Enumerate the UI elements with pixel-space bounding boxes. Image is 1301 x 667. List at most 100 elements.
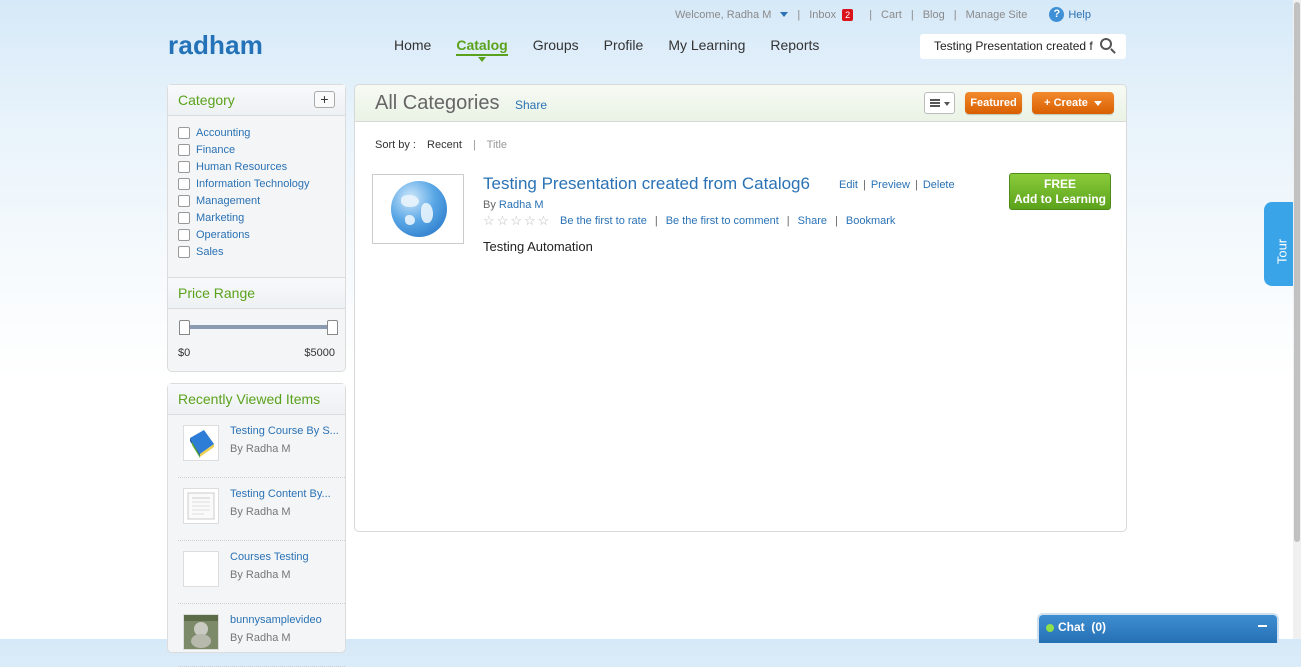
site-logo[interactable]: radham xyxy=(168,30,263,61)
star-icon[interactable]: ☆ xyxy=(510,214,522,227)
category-item-human-resources[interactable]: Human Resources xyxy=(178,158,335,175)
catalog-main: All Categories Share Featured + Create S… xyxy=(354,84,1127,532)
view-toggle-button[interactable] xyxy=(924,92,955,114)
category-label[interactable]: Information Technology xyxy=(196,178,310,190)
cart-link[interactable]: Cart xyxy=(881,9,902,21)
price-slider-track[interactable] xyxy=(184,325,332,329)
sort-recent[interactable]: Recent xyxy=(427,139,462,151)
search-input[interactable]: Testing Presentation created f xyxy=(920,34,1126,59)
sort-title[interactable]: Title xyxy=(487,139,507,151)
recent-item[interactable]: Courses Testing By Radha M xyxy=(178,541,345,604)
help-link[interactable]: ? Help xyxy=(1049,7,1091,22)
category-label[interactable]: Human Resources xyxy=(196,161,287,173)
blog-link[interactable]: Blog xyxy=(923,9,945,21)
bookmark-link[interactable]: Bookmark xyxy=(846,215,896,227)
welcome-user-menu[interactable]: Welcome, Radha M xyxy=(675,9,771,21)
document-icon[interactable] xyxy=(183,488,219,524)
recent-item[interactable]: Testing Content By... By Radha M xyxy=(178,478,345,541)
manage-site-link[interactable]: Manage Site xyxy=(966,9,1028,21)
comment-link[interactable]: Be the first to comment xyxy=(666,215,779,227)
category-item-management[interactable]: Management xyxy=(178,192,335,209)
preview-link[interactable]: Preview xyxy=(871,179,910,191)
recent-item[interactable]: bunnysamplevideo By Radha M xyxy=(178,604,345,667)
recent-item-title[interactable]: Testing Content By... xyxy=(230,488,345,500)
star-icon[interactable]: ☆ xyxy=(524,214,536,227)
separator: | xyxy=(910,8,914,21)
category-checkbox[interactable] xyxy=(178,143,190,156)
item-thumbnail[interactable] xyxy=(372,174,464,244)
minimize-icon[interactable] xyxy=(1258,625,1267,627)
category-item-information-technology[interactable]: Information Technology xyxy=(178,175,335,192)
separator: | xyxy=(914,179,918,191)
separator: | xyxy=(786,215,790,227)
separator: | xyxy=(835,215,838,227)
chevron-down-icon xyxy=(944,102,950,106)
star-icon[interactable]: ☆ xyxy=(538,214,550,227)
category-checkbox[interactable] xyxy=(178,194,190,207)
video-icon[interactable] xyxy=(183,614,219,650)
category-checkbox[interactable] xyxy=(178,245,190,258)
price-slider-min-handle[interactable] xyxy=(179,320,190,335)
category-label[interactable]: Marketing xyxy=(196,212,244,224)
page-title: All Categories xyxy=(375,92,500,114)
recent-item-title[interactable]: Courses Testing xyxy=(230,551,345,563)
category-label[interactable]: Accounting xyxy=(196,127,250,139)
inbox-link[interactable]: Inbox xyxy=(809,9,836,21)
nav-my-learning[interactable]: My Learning xyxy=(668,37,745,56)
recent-item-title[interactable]: Testing Course By S... xyxy=(230,425,345,437)
edit-link[interactable]: Edit xyxy=(839,179,858,191)
category-panel: Category + Accounting Finance Human Reso… xyxy=(167,84,346,372)
share-category-link[interactable]: Share xyxy=(515,98,547,112)
rating-stars[interactable]: ☆ ☆ ☆ ☆ ☆ xyxy=(483,214,551,227)
book-icon[interactable] xyxy=(183,425,219,461)
category-checkbox[interactable] xyxy=(178,211,190,224)
search-icon[interactable] xyxy=(1100,38,1112,50)
rate-link[interactable]: Be the first to rate xyxy=(560,215,647,227)
add-category-button[interactable]: + xyxy=(314,91,335,108)
category-item-marketing[interactable]: Marketing xyxy=(178,209,335,226)
delete-link[interactable]: Delete xyxy=(923,179,955,191)
category-item-accounting[interactable]: Accounting xyxy=(178,124,335,141)
nav-catalog[interactable]: Catalog xyxy=(456,37,508,62)
sort-label: Sort by : xyxy=(375,139,416,151)
category-checkbox[interactable] xyxy=(178,160,190,173)
recent-item[interactable]: Testing Course By S... By Radha M xyxy=(178,415,345,478)
price-slider-max-handle[interactable] xyxy=(327,320,338,335)
recent-item-title[interactable]: bunnysamplevideo xyxy=(230,614,345,626)
recent-item-author: By Radha M xyxy=(230,569,291,581)
help-icon: ? xyxy=(1049,7,1065,22)
featured-button[interactable]: Featured xyxy=(965,92,1022,114)
item-title[interactable]: Testing Presentation created from Catalo… xyxy=(483,174,810,194)
author-prefix: By xyxy=(483,199,496,211)
nav-reports[interactable]: Reports xyxy=(770,37,819,56)
category-label[interactable]: Finance xyxy=(196,144,235,156)
category-checkbox[interactable] xyxy=(178,126,190,139)
catalog-header: All Categories Share Featured + Create xyxy=(355,85,1126,122)
chevron-down-icon[interactable] xyxy=(780,12,789,17)
star-icon[interactable]: ☆ xyxy=(483,214,495,227)
add-to-learning-button[interactable]: FREE Add to Learning xyxy=(1009,173,1111,210)
nav-groups[interactable]: Groups xyxy=(533,37,579,56)
page-scrollbar[interactable] xyxy=(1293,0,1301,639)
category-label[interactable]: Operations xyxy=(196,229,250,241)
blank-icon[interactable] xyxy=(183,551,219,587)
item-admin-actions: Edit | Preview | Delete xyxy=(839,179,955,191)
nav-home[interactable]: Home xyxy=(394,37,431,56)
category-label[interactable]: Management xyxy=(196,195,260,207)
share-link[interactable]: Share xyxy=(798,215,827,227)
nav-profile[interactable]: Profile xyxy=(604,37,644,56)
category-checkbox[interactable] xyxy=(178,177,190,190)
create-button[interactable]: + Create xyxy=(1032,92,1114,114)
category-label[interactable]: Sales xyxy=(196,246,224,258)
chat-label: Chat (0) xyxy=(1058,620,1107,634)
category-list: Accounting Finance Human Resources Infor… xyxy=(168,116,345,260)
category-item-operations[interactable]: Operations xyxy=(178,226,335,243)
scrollbar-thumb[interactable] xyxy=(1294,2,1300,542)
recent-item-author: By Radha M xyxy=(230,632,291,644)
category-checkbox[interactable] xyxy=(178,228,190,241)
star-icon[interactable]: ☆ xyxy=(497,214,509,227)
author-link[interactable]: Radha M xyxy=(499,199,544,211)
inbox-count-badge[interactable]: 2 xyxy=(842,8,854,21)
category-item-finance[interactable]: Finance xyxy=(178,141,335,158)
category-item-sales[interactable]: Sales xyxy=(178,243,335,260)
